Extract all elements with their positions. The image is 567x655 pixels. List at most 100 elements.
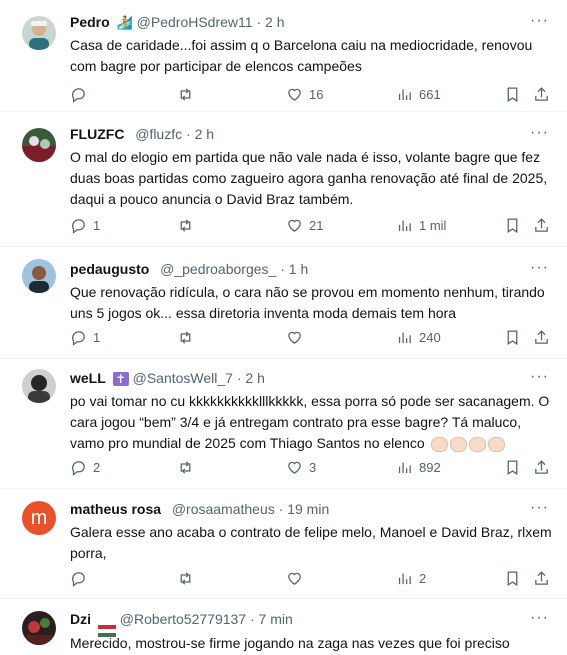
views-chart-icon <box>398 89 411 100</box>
views-count: 240 <box>419 329 441 345</box>
bookmark-icon <box>507 86 518 102</box>
retweet-button[interactable] <box>177 215 200 235</box>
retweet-icon <box>180 330 191 344</box>
share-button[interactable] <box>533 457 550 477</box>
reply-button[interactable]: 2 <box>70 457 100 477</box>
reply-icon <box>72 218 85 234</box>
avatar[interactable] <box>22 611 56 645</box>
tweet-header: Pedro 🏄 @PedroHSdrew11 · 2 h <box>70 14 527 31</box>
user-handle[interactable]: @fluzfc <box>135 126 182 142</box>
views-button[interactable]: 2 <box>396 568 426 588</box>
display-name[interactable]: weLL <box>70 370 106 386</box>
tweet-feed: Pedro 🏄 @PedroHSdrew11 · 2 h ··· Casa de… <box>0 0 567 655</box>
tweet[interactable]: FLUZFC @fluzfc · 2 h ··· O mal do elogio… <box>0 112 567 247</box>
timestamp[interactable]: 1 h <box>289 261 308 277</box>
user-handle[interactable]: @Roberto52779137 <box>120 611 246 627</box>
reply-button[interactable] <box>70 568 93 588</box>
like-button[interactable] <box>286 327 309 347</box>
tweet[interactable]: m matheus rosa @rosaamatheus · 19 min ··… <box>0 489 567 599</box>
share-button[interactable] <box>533 215 550 235</box>
bookmark-button[interactable] <box>504 568 521 588</box>
action-bar: 2 3 892 <box>70 457 553 477</box>
separator-dot: · <box>236 370 242 386</box>
timestamp[interactable]: 19 min <box>287 501 329 517</box>
retweet-button[interactable] <box>177 84 200 104</box>
share-button[interactable] <box>533 84 550 104</box>
bookmark-button[interactable] <box>504 457 521 477</box>
like-button[interactable] <box>286 568 309 588</box>
clapping-hands-icon <box>449 436 467 452</box>
more-options-icon[interactable]: ··· <box>530 609 549 627</box>
avatar[interactable]: m <box>22 501 56 535</box>
tweet[interactable]: pedaugusto @_pedroaborges_ · 1 h ··· Que… <box>0 247 567 359</box>
views-count: 2 <box>419 570 427 586</box>
clapping-hands-icon <box>487 436 505 452</box>
avatar-letter: m <box>30 506 48 529</box>
tweet[interactable]: Dzi 🇭🇺 @Roberto52779137 · 7 min ··· Mere… <box>0 599 567 655</box>
bookmark-icon <box>507 570 518 586</box>
display-name[interactable]: Dzi <box>70 611 91 627</box>
share-icon <box>535 570 548 585</box>
reply-count: 2 <box>93 459 101 475</box>
reply-button[interactable] <box>70 84 93 104</box>
retweet-icon <box>180 218 191 232</box>
display-name[interactable]: FLUZFC <box>70 126 124 142</box>
avatar[interactable] <box>22 369 56 403</box>
more-options-icon[interactable]: ··· <box>530 499 549 517</box>
display-name[interactable]: Pedro <box>70 14 110 30</box>
like-button[interactable]: 16 <box>286 84 323 104</box>
tweet[interactable]: weLL ✝ @SantosWell_7 · 2 h ··· po vai to… <box>0 359 567 489</box>
user-handle[interactable]: @rosaamatheus <box>172 501 275 517</box>
action-bar: 16 661 <box>70 84 553 104</box>
like-button[interactable]: 21 <box>286 215 323 235</box>
timestamp[interactable]: 2 h <box>245 370 264 386</box>
retweet-button[interactable] <box>177 568 200 588</box>
heart-icon <box>288 88 301 101</box>
timestamp[interactable]: 2 h <box>265 14 284 30</box>
retweet-button[interactable] <box>177 457 200 477</box>
reply-button[interactable]: 1 <box>70 327 100 347</box>
reply-count: 1 <box>93 217 101 233</box>
views-count: 661 <box>419 86 441 102</box>
heart-icon <box>288 461 301 474</box>
share-icon <box>535 217 548 232</box>
heart-icon <box>288 572 301 585</box>
more-options-icon[interactable]: ··· <box>530 124 549 142</box>
like-count: 21 <box>309 217 324 233</box>
action-bar: 1 240 <box>70 327 553 347</box>
display-name[interactable]: matheus rosa <box>70 501 161 517</box>
tweet[interactable]: Pedro 🏄 @PedroHSdrew11 · 2 h ··· Casa de… <box>0 0 567 112</box>
share-icon <box>535 329 548 344</box>
tweet-text: Casa de caridade...foi assim q o Barcelo… <box>70 37 533 74</box>
avatar[interactable] <box>22 16 56 50</box>
more-options-icon[interactable]: ··· <box>530 12 549 30</box>
views-button[interactable]: 1 mil <box>396 215 446 235</box>
avatar[interactable] <box>22 128 56 162</box>
separator-dot: · <box>256 14 262 30</box>
reply-button[interactable]: 1 <box>70 215 100 235</box>
tweet-header: FLUZFC @fluzfc · 2 h <box>70 126 527 142</box>
timestamp[interactable]: 2 h <box>195 126 214 142</box>
bookmark-button[interactable] <box>504 327 521 347</box>
reply-icon <box>72 87 85 103</box>
views-button[interactable]: 661 <box>396 84 441 104</box>
bookmark-button[interactable] <box>504 84 521 104</box>
retweet-button[interactable] <box>177 327 200 347</box>
like-button[interactable]: 3 <box>286 457 316 477</box>
share-button[interactable] <box>533 327 550 347</box>
like-count: 3 <box>309 459 317 475</box>
user-handle[interactable]: @_pedroaborges_ <box>160 261 276 277</box>
avatar[interactable] <box>22 259 56 293</box>
cross-badge-icon: ✝ <box>112 372 129 386</box>
more-options-icon[interactable]: ··· <box>530 259 549 277</box>
tweet-header: weLL ✝ @SantosWell_7 · 2 h <box>70 370 527 386</box>
more-options-icon[interactable]: ··· <box>530 368 549 386</box>
user-handle[interactable]: @SantosWell_7 <box>133 370 233 386</box>
views-button[interactable]: 892 <box>396 457 441 477</box>
display-name[interactable]: pedaugusto <box>70 261 149 277</box>
timestamp[interactable]: 7 min <box>259 611 293 627</box>
views-button[interactable]: 240 <box>396 327 441 347</box>
bookmark-button[interactable] <box>504 215 521 235</box>
share-button[interactable] <box>533 568 550 588</box>
user-handle[interactable]: @PedroHSdrew11 <box>137 14 253 30</box>
